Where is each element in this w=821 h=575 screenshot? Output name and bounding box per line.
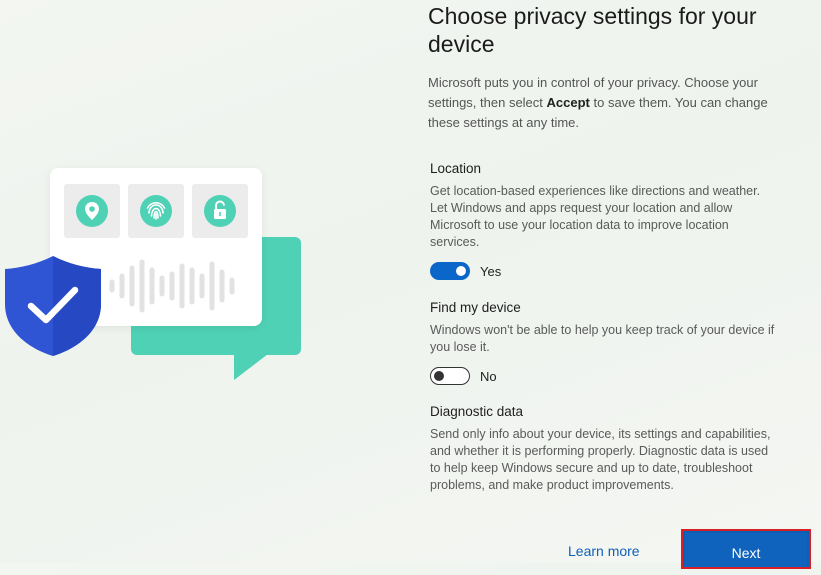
chat-bubble-tail	[234, 354, 268, 380]
setting-location: Location Get location-based experiences …	[430, 160, 775, 282]
setting-description: Send only info about your device, its se…	[430, 427, 771, 492]
sound-wave-icon	[109, 259, 235, 313]
location-toggle-row: Yes	[430, 260, 775, 282]
next-button[interactable]: Next	[681, 529, 811, 569]
setting-description: Get location-based experiences like dire…	[430, 184, 761, 249]
location-tile	[64, 184, 120, 238]
next-button-label: Next	[731, 545, 761, 561]
page-title: Choose privacy settings for your device	[428, 3, 757, 57]
intro-text: Microsoft puts you in control of your pr…	[428, 73, 793, 133]
unlocked-padlock-icon	[214, 200, 226, 219]
lock-tile	[192, 184, 248, 238]
fingerprint-icon	[146, 201, 166, 220]
intro-accept-word: Accept	[546, 95, 590, 110]
learn-more-link[interactable]: Learn more	[568, 543, 640, 559]
setting-title: Diagnostic data	[430, 404, 524, 419]
setting-title: Find my device	[430, 300, 521, 315]
setting-diagnostic-data: Diagnostic data Send only info about you…	[430, 403, 775, 494]
toggle-label: No	[480, 368, 497, 384]
setting-title: Location	[430, 161, 482, 176]
location-toggle[interactable]	[430, 262, 470, 280]
privacy-illustration	[0, 0, 400, 563]
settings-list[interactable]: Location Get location-based experiences …	[430, 150, 775, 505]
setting-description: Windows won't be able to help you keep t…	[430, 323, 775, 354]
toggle-knob	[456, 266, 466, 276]
toggle-label: Yes	[480, 263, 502, 279]
toggle-knob	[434, 370, 444, 381]
find-device-toggle-row: No	[430, 365, 775, 387]
setting-find-my-device: Find my device Windows won't be able to …	[430, 299, 775, 387]
shield-check-icon	[5, 256, 101, 356]
fingerprint-tile	[128, 184, 184, 238]
find-device-toggle[interactable]	[430, 367, 470, 385]
location-pin-icon	[85, 202, 99, 220]
